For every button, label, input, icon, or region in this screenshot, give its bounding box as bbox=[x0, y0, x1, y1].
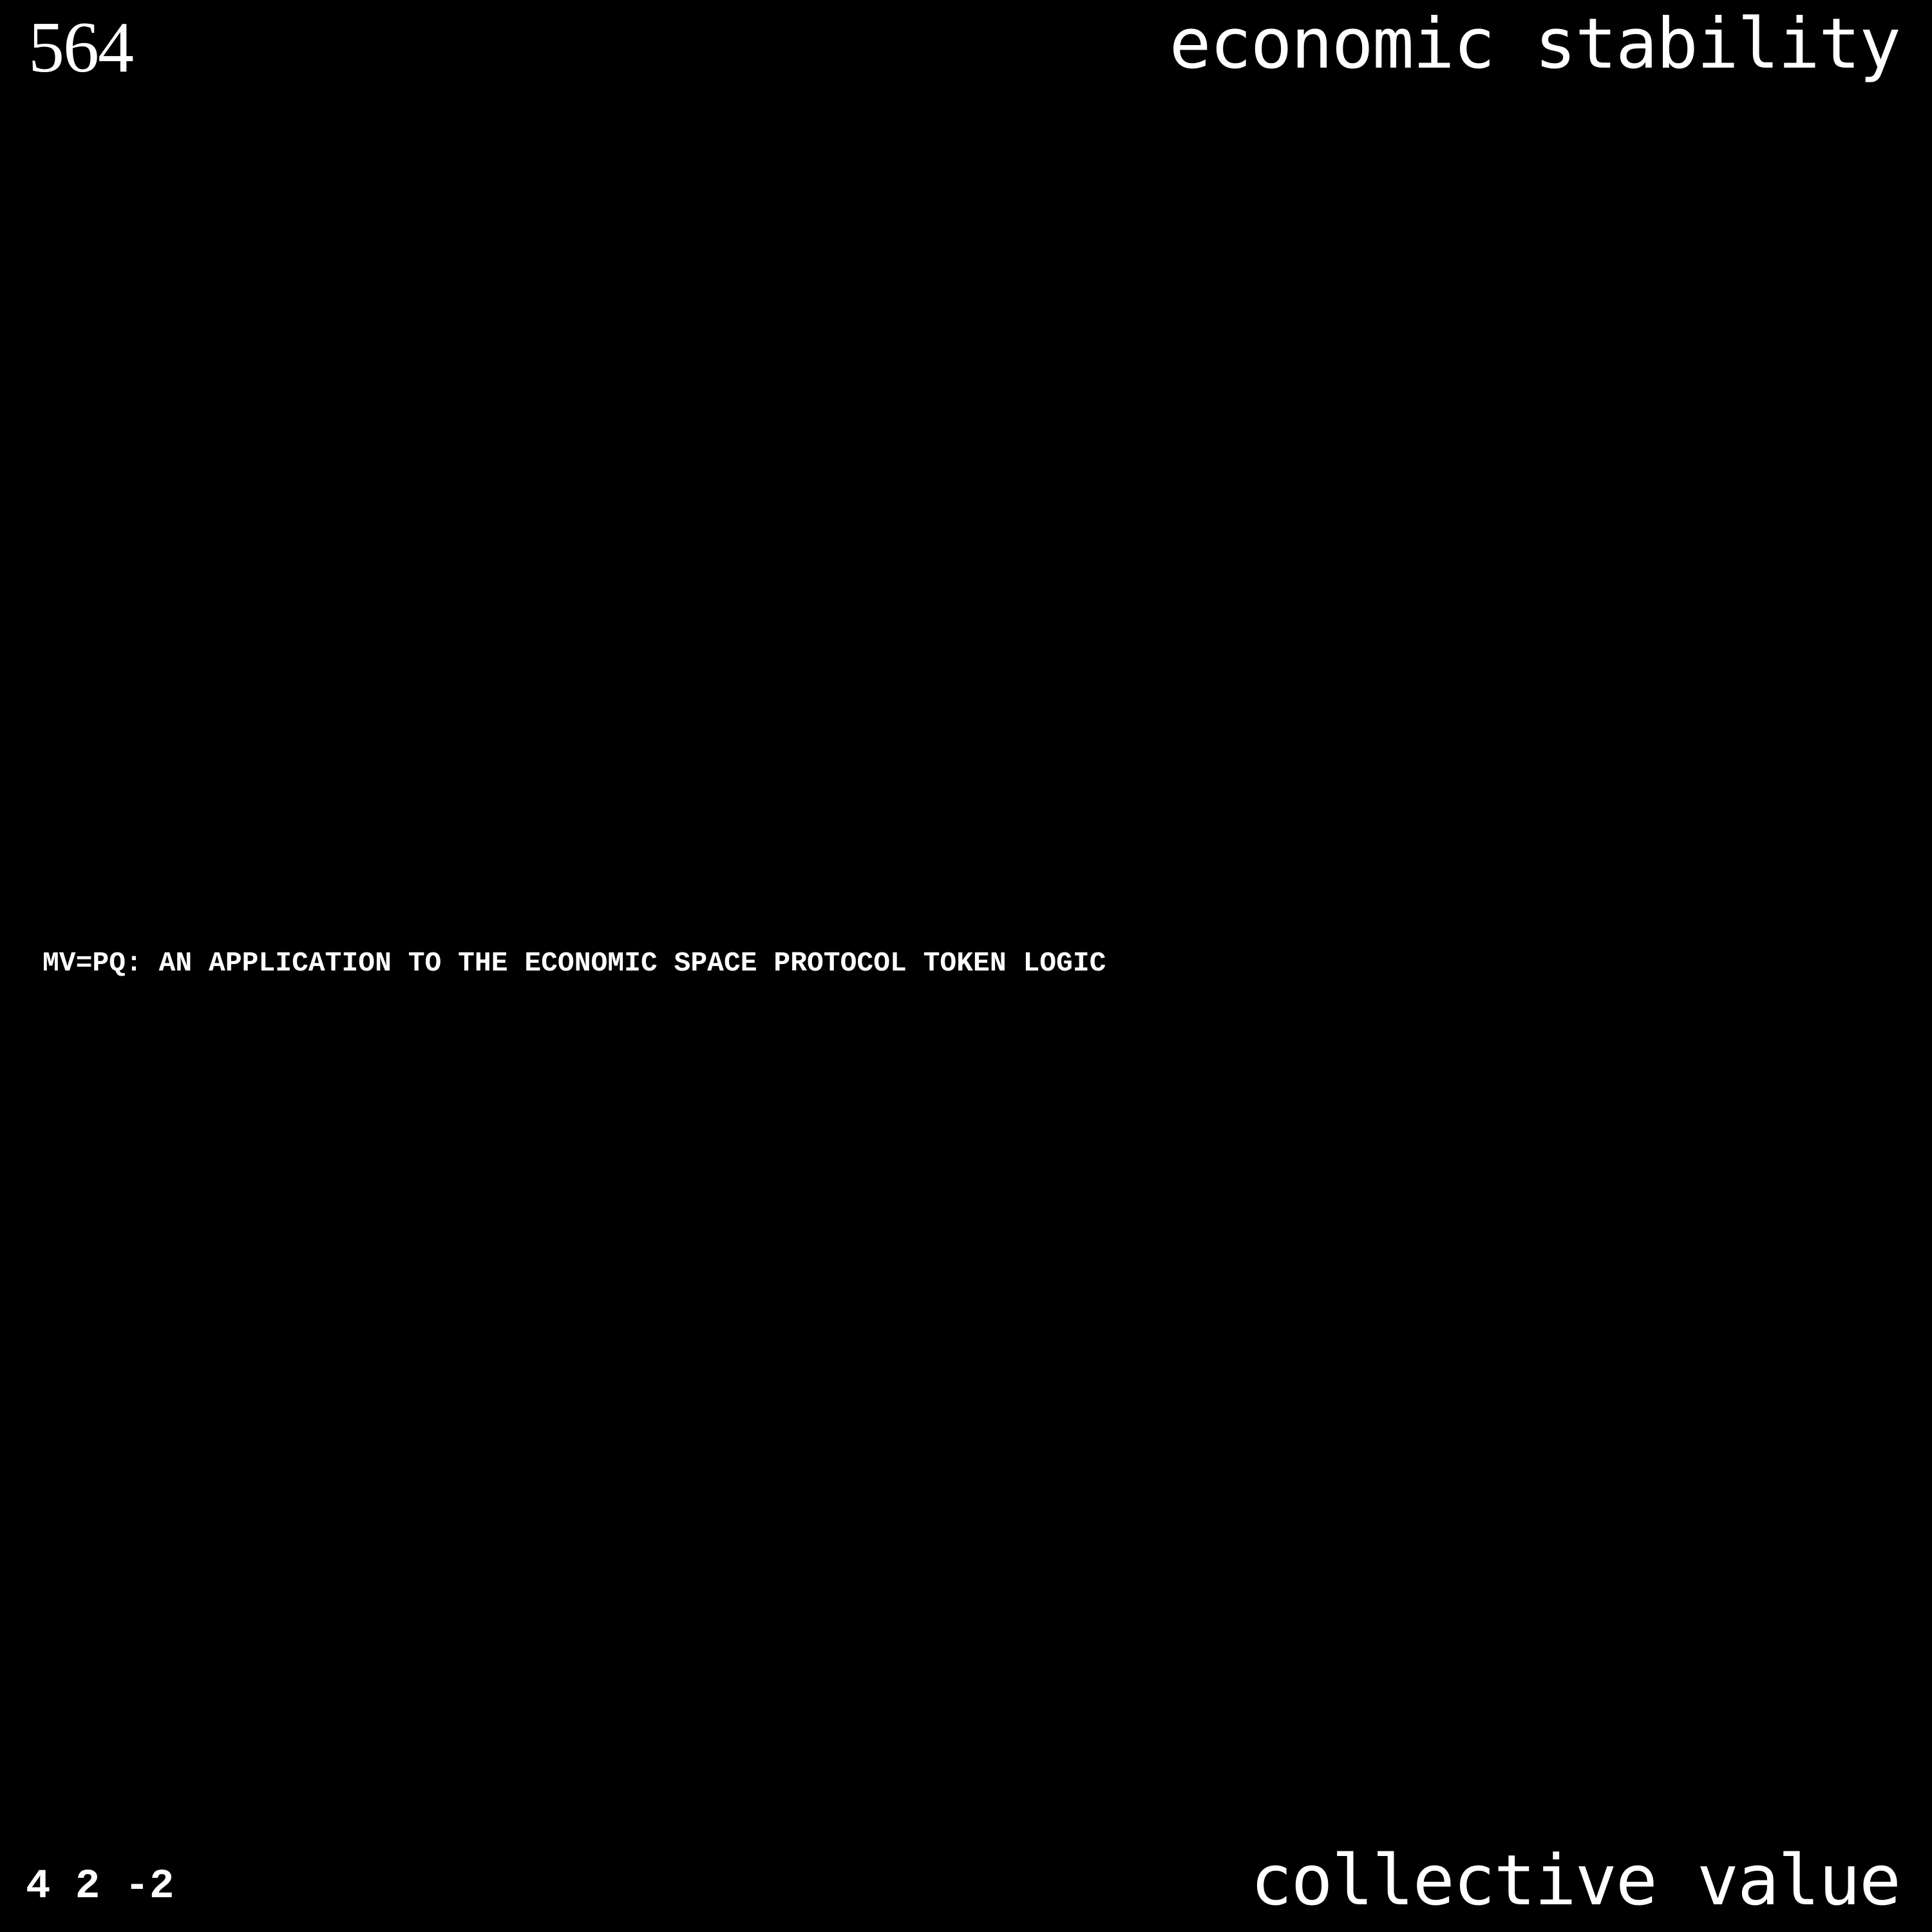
bottom-right-heading: collective value bbox=[1250, 1841, 1901, 1921]
top-right-heading: economic stability bbox=[1169, 4, 1901, 84]
bottom-left-numbers: 4 2 -2 bbox=[26, 1864, 175, 1910]
top-left-number: 564 bbox=[28, 8, 134, 88]
center-title: MV=PQ: AN APPLICATION TO THE ECONOMIC SP… bbox=[43, 947, 1106, 979]
